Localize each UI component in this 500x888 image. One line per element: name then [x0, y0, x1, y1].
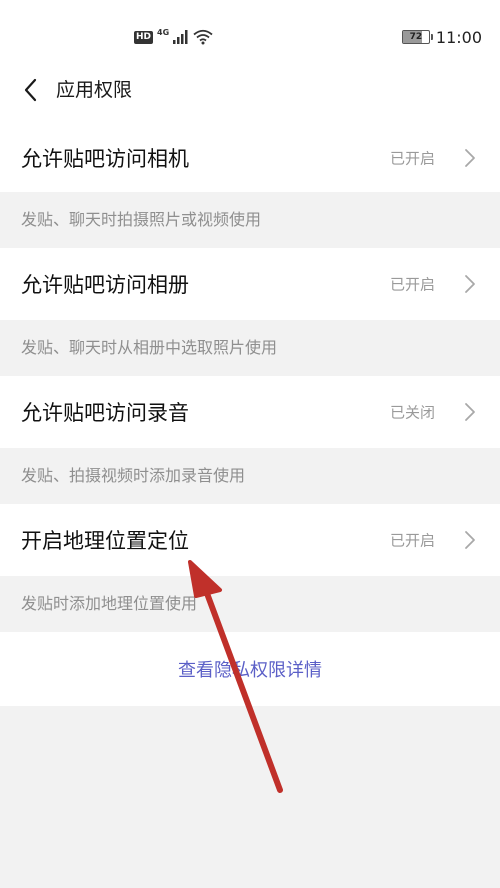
permission-title: 允许贴吧访问录音 [21, 401, 189, 425]
permission-description: 发贴、拍摄视频时添加录音使用 [0, 448, 500, 504]
permission-title: 允许贴吧访问相机 [21, 147, 189, 171]
chevron-right-icon [465, 275, 475, 293]
battery-level: 72 [409, 32, 423, 42]
permission-description: 发贴、聊天时从相册中选取照片使用 [0, 320, 500, 376]
chevron-left-icon [24, 78, 37, 102]
network-type-label: 4G [157, 27, 170, 37]
permission-row-microphone[interactable]: 允许贴吧访问录音 已关闭 [0, 376, 500, 448]
hd-badge: HD [134, 30, 154, 44]
signal-icon [173, 30, 188, 44]
page-title: 应用权限 [56, 79, 133, 101]
privacy-details-link[interactable]: 查看隐私权限详情 [178, 656, 322, 682]
chevron-right-icon [465, 403, 475, 421]
permission-status: 已开启 [389, 149, 435, 168]
header: 应用权限 [0, 72, 500, 122]
status-bar-right: 72 11:00 [401, 26, 482, 48]
back-button[interactable] [16, 74, 50, 108]
permission-status: 已关闭 [389, 403, 435, 422]
battery-icon: 72 [401, 30, 433, 44]
status-bar: HD 4G 72 11:00 [0, 0, 500, 72]
privacy-link-row: 查看隐私权限详情 [0, 632, 500, 706]
status-bar-left: HD 4G [134, 26, 213, 48]
permission-status: 已开启 [389, 275, 435, 294]
wifi-icon [193, 29, 213, 45]
clock: 11:00 [435, 27, 482, 47]
permission-row-camera[interactable]: 允许贴吧访问相机 已开启 [0, 122, 500, 194]
permission-row-album[interactable]: 允许贴吧访问相册 已开启 [0, 248, 500, 320]
permission-title: 开启地理位置定位 [21, 529, 189, 553]
permission-title: 允许贴吧访问相册 [21, 273, 189, 297]
chevron-right-icon [465, 531, 475, 549]
permission-description: 发贴、聊天时拍摄照片或视频使用 [0, 192, 500, 248]
permission-row-location[interactable]: 开启地理位置定位 已开启 [0, 504, 500, 576]
permission-description: 发贴时添加地理位置使用 [0, 576, 500, 632]
permission-status: 已开启 [389, 531, 435, 550]
chevron-right-icon [465, 149, 475, 167]
